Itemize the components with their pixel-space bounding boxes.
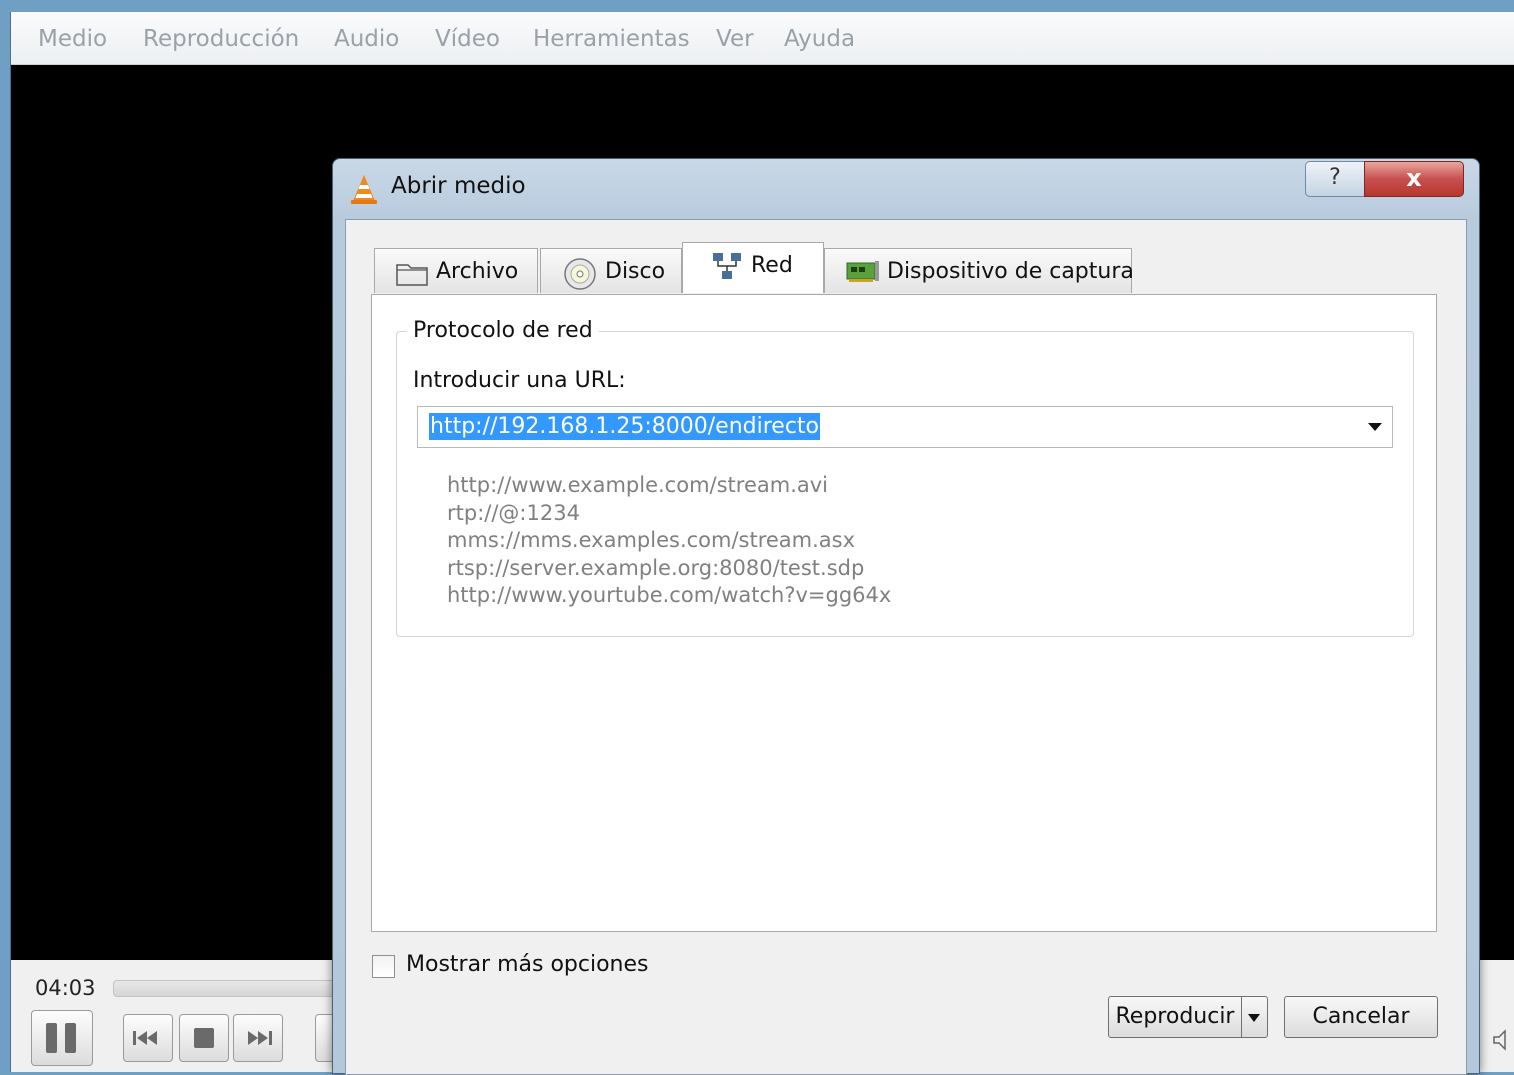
- menu-ver[interactable]: Ver: [716, 26, 754, 52]
- dialog-body: Archivo Disco Red Dispositivo de captura…: [345, 219, 1467, 1075]
- stop-button[interactable]: [179, 1014, 229, 1062]
- tab-red[interactable]: Red: [682, 242, 824, 293]
- play-button-label[interactable]: Reproducir: [1109, 997, 1241, 1037]
- example-line: mms://mms.examples.com/stream.asx: [447, 528, 856, 553]
- tab-archivo-label: Archivo: [436, 259, 519, 284]
- menu-audio[interactable]: Audio: [334, 26, 399, 52]
- tab-dispositivo-label: Dispositivo de captura: [887, 259, 1134, 284]
- dialog-title: Abrir medio: [391, 173, 526, 199]
- tab-red-label: Red: [751, 253, 793, 278]
- example-line: rtp://@:1234: [447, 500, 580, 525]
- menu-video[interactable]: Vídeo: [435, 26, 500, 52]
- folder-icon: [396, 264, 428, 286]
- seek-bar[interactable]: [113, 980, 343, 997]
- menu-reproduccion[interactable]: Reproducción: [143, 26, 299, 52]
- elapsed-time: 04:03: [35, 976, 96, 1000]
- more-options-label[interactable]: Mostrar más opciones: [406, 952, 649, 977]
- tab-dispositivo-captura[interactable]: Dispositivo de captura: [824, 248, 1134, 293]
- pause-icon: [46, 1023, 76, 1053]
- vlc-cone-icon: [351, 175, 377, 204]
- play-split-button[interactable]: Reproducir: [1108, 996, 1268, 1038]
- menu-ayuda[interactable]: Ayuda: [784, 26, 855, 52]
- example-line: rtsp://server.example.org:8080/test.sdp: [447, 555, 865, 580]
- pause-button[interactable]: [31, 1010, 93, 1066]
- stop-icon: [194, 1028, 214, 1048]
- open-media-dialog: Abrir medio ? x Archivo Disco Red Dispos…: [332, 158, 1480, 1075]
- menubar: Medio Reproducción Audio Vídeo Herramien…: [11, 12, 1514, 65]
- url-value[interactable]: http://192.168.1.25:8000/endirecto: [429, 413, 820, 440]
- tab-disco[interactable]: Disco: [540, 248, 682, 293]
- network-icon: [713, 253, 741, 279]
- example-line: http://www.example.com/stream.avi: [447, 473, 828, 497]
- url-input[interactable]: http://192.168.1.25:8000/endirecto: [417, 406, 1393, 448]
- protocol-groupbox: Protocolo de red Introducir una URL: htt…: [396, 318, 1414, 637]
- previous-icon: [133, 1031, 157, 1045]
- chevron-down-icon[interactable]: [1368, 423, 1382, 431]
- help-button[interactable]: ?: [1305, 161, 1365, 197]
- url-examples: http://www.example.com/stream.avi rtp://…: [447, 472, 891, 610]
- volume-icon[interactable]: [1491, 1028, 1514, 1052]
- disc-icon: [564, 258, 596, 290]
- url-label: Introducir una URL:: [413, 368, 626, 393]
- menu-herramientas[interactable]: Herramientas: [533, 26, 690, 52]
- group-title: Protocolo de red: [407, 318, 599, 343]
- example-line: http://www.yourtube.com/watch?v=gg64x: [447, 583, 892, 608]
- tab-panel-red: Protocolo de red Introducir una URL: htt…: [371, 294, 1437, 932]
- close-button[interactable]: x: [1364, 161, 1464, 197]
- capture-card-icon: [846, 261, 879, 282]
- more-options-checkbox[interactable]: [372, 955, 395, 978]
- menu-medio[interactable]: Medio: [38, 26, 107, 52]
- chevron-down-icon[interactable]: [1241, 997, 1267, 1037]
- cancel-button[interactable]: Cancelar: [1284, 996, 1438, 1038]
- next-icon: [248, 1031, 272, 1045]
- previous-button[interactable]: [123, 1014, 173, 1062]
- tab-archivo[interactable]: Archivo: [374, 248, 538, 293]
- tab-disco-label: Disco: [605, 259, 666, 284]
- next-button[interactable]: [233, 1014, 283, 1062]
